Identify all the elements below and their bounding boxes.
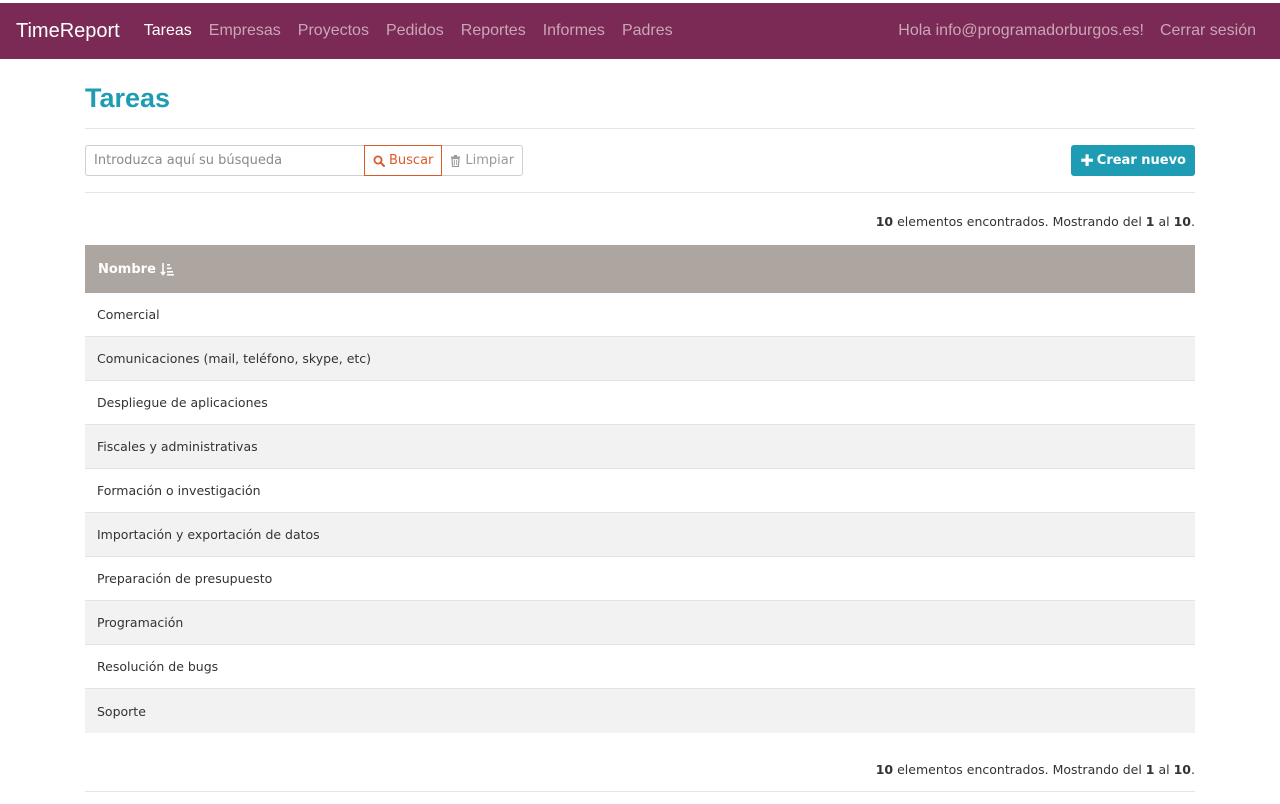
table-row[interactable]: Formación o investigación bbox=[85, 469, 1195, 513]
table-row[interactable]: Importación y exportación de datos bbox=[85, 513, 1195, 557]
nav-item-empresas[interactable]: Empresas bbox=[209, 22, 281, 40]
create-new-label: Crear nuevo bbox=[1096, 153, 1186, 168]
divider bbox=[85, 791, 1195, 792]
column-header-label: Nombre bbox=[98, 261, 156, 277]
nav-item-reportes[interactable]: Reportes bbox=[461, 22, 526, 40]
results-summary-bottom: 10 elementos encontrados. Mostrando del … bbox=[85, 760, 1195, 780]
table-row[interactable]: Resolución de bugs bbox=[85, 645, 1195, 689]
table-row[interactable]: Programación bbox=[85, 601, 1195, 645]
summary-text-found: elementos encontrados. Mostrando del bbox=[897, 762, 1142, 777]
summary-text-to: al bbox=[1158, 214, 1170, 229]
nav-item-pedidos[interactable]: Pedidos bbox=[386, 22, 444, 40]
summary-end: . bbox=[1191, 214, 1195, 229]
nav-item-tareas[interactable]: Tareas bbox=[144, 22, 192, 40]
logout-link[interactable]: Cerrar sesión bbox=[1160, 22, 1256, 40]
search-group: Buscar Limpiar bbox=[85, 145, 524, 176]
table-header: Nombre bbox=[85, 245, 1195, 293]
summary-text-found: elementos encontrados. Mostrando del bbox=[897, 214, 1142, 229]
search-input[interactable] bbox=[85, 145, 364, 176]
summary-from: 1 bbox=[1145, 762, 1155, 777]
nav-item-informes[interactable]: Informes bbox=[543, 22, 605, 40]
table-row[interactable]: Preparación de presupuesto bbox=[85, 557, 1195, 601]
trash-icon bbox=[451, 154, 461, 167]
search-icon bbox=[373, 155, 385, 167]
search-button-label: Buscar bbox=[389, 153, 434, 168]
navbar: TimeReport Tareas Empresas Proyectos Ped… bbox=[0, 3, 1280, 59]
clear-button-label: Limpiar bbox=[465, 153, 515, 168]
summary-from: 1 bbox=[1145, 214, 1155, 229]
results-summary-top: 10 elementos encontrados. Mostrando del … bbox=[85, 212, 1195, 232]
toolbar: Buscar Limpiar ✚ Crear nuevo bbox=[85, 129, 1195, 192]
divider bbox=[85, 192, 1195, 193]
nav-item-proyectos[interactable]: Proyectos bbox=[298, 22, 369, 40]
clear-button[interactable]: Limpiar bbox=[442, 145, 524, 176]
plus-icon: ✚ bbox=[1080, 151, 1094, 170]
create-new-button[interactable]: ✚ Crear nuevo bbox=[1071, 145, 1195, 176]
table-row[interactable]: Soporte bbox=[85, 689, 1195, 733]
nav-menu: Tareas Empresas Proyectos Pedidos Report… bbox=[144, 22, 690, 40]
summary-total: 10 bbox=[875, 214, 894, 229]
table-row[interactable]: Comunicaciones (mail, teléfono, skype, e… bbox=[85, 337, 1195, 381]
brand-logo[interactable]: TimeReport bbox=[16, 20, 120, 43]
column-header-nombre[interactable]: Nombre bbox=[98, 262, 174, 277]
summary-to: 10 bbox=[1173, 762, 1192, 777]
summary-to: 10 bbox=[1173, 214, 1192, 229]
tasks-table: Nombre Comercial Comunicaciones (mail, t… bbox=[85, 245, 1195, 733]
main-content: Tareas Buscar Limpiar bbox=[85, 59, 1195, 792]
search-button[interactable]: Buscar bbox=[364, 145, 443, 176]
table-row[interactable]: Despliegue de aplicaciones bbox=[85, 381, 1195, 425]
summary-end: . bbox=[1191, 762, 1195, 777]
sort-alpha-icon bbox=[160, 263, 174, 276]
page-title: Tareas bbox=[85, 83, 171, 113]
table-row[interactable]: Comercial bbox=[85, 293, 1195, 337]
user-greeting[interactable]: Hola info@programadorburgos.es! bbox=[898, 22, 1144, 40]
nav-item-padres[interactable]: Padres bbox=[622, 22, 673, 40]
table-row[interactable]: Fiscales y administrativas bbox=[85, 425, 1195, 469]
user-menu: Hola info@programadorburgos.es! Cerrar s… bbox=[898, 3, 1256, 59]
summary-total: 10 bbox=[875, 762, 894, 777]
summary-text-to: al bbox=[1158, 762, 1170, 777]
